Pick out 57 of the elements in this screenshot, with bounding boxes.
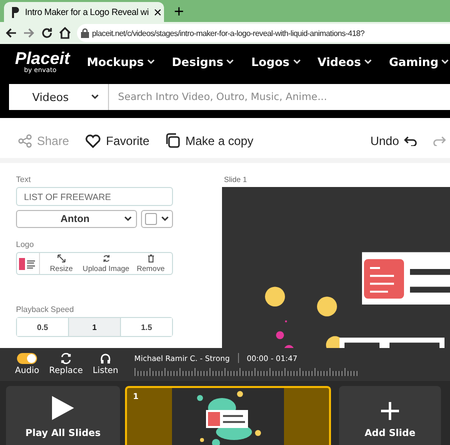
replace-button[interactable]: Replace (49, 353, 83, 376)
nav-menu-item[interactable]: Mockups (86, 55, 155, 69)
speed-option[interactable]: 1 (69, 318, 121, 336)
logo-text[interactable]: Placeit (15, 50, 70, 68)
heart-icon (85, 134, 102, 148)
refresh-icon (102, 254, 110, 263)
close-tab-button[interactable]: × (154, 5, 162, 19)
chevron-down-icon (146, 59, 155, 65)
resize-icon (56, 254, 66, 263)
slide-number: 1 (133, 392, 139, 401)
category-dropdown[interactable]: Videos (9, 84, 109, 110)
chevron-down-icon (124, 216, 132, 222)
chevron-down-icon (226, 59, 234, 65)
copy-button[interactable]: Make a copy (165, 133, 254, 148)
field-label: Logo (16, 240, 35, 249)
address-bar[interactable]: placeit.net/c/videos/stages/intro-maker-for-a-logo-reveal-with-liquid-animations-418? (77, 24, 450, 42)
font-dropdown[interactable]: Anton (16, 210, 137, 228)
home-icon[interactable] (59, 27, 71, 39)
logo-thumbnail-drawing (19, 256, 37, 270)
swap-arrows-icon (60, 353, 72, 364)
nav-menu-item[interactable]: Designs (172, 55, 234, 69)
nav-menu-item[interactable]: Gaming (388, 55, 450, 69)
undo-button[interactable]: Undo (370, 134, 417, 148)
nav-menu-item[interactable]: Videos (318, 55, 372, 69)
slide-thumbnail[interactable]: 1 (125, 386, 331, 445)
lock-icon (81, 28, 89, 38)
copy-icon (165, 133, 180, 148)
back-icon[interactable] (5, 27, 17, 39)
chevron-down-icon (292, 59, 301, 65)
chevron-down-icon (161, 216, 169, 222)
trash-icon (146, 254, 155, 263)
forward-icon[interactable] (23, 27, 35, 39)
reload-icon[interactable] (41, 27, 53, 39)
headphones-icon (100, 353, 112, 364)
field-label: Text (16, 175, 32, 184)
site-logo-icon (10, 6, 20, 18)
nav-menu-item[interactable]: Logos (251, 55, 301, 69)
audio-toggle[interactable]: Audio (15, 353, 40, 376)
favorite-button[interactable]: Favorite (85, 134, 150, 148)
play-all-slides-button[interactable]: Play All Slides (6, 386, 120, 445)
text-field[interactable]: LIST OF FREEWARE (16, 187, 173, 206)
timeline-ruler[interactable] (134, 366, 360, 376)
color-picker[interactable] (141, 210, 173, 228)
browser-tab[interactable]: Intro Maker for a Logo Reveal wi × (4, 2, 164, 22)
add-slide-button[interactable]: Add Slide (339, 386, 441, 445)
chevron-down-icon (441, 59, 450, 65)
chevron-down-icon (90, 94, 99, 100)
plus-icon (381, 402, 399, 420)
redo-icon[interactable] (433, 136, 446, 146)
new-tab-button[interactable]: + (174, 3, 184, 20)
play-icon (52, 396, 74, 420)
field-label: Playback Speed (16, 305, 75, 314)
chevron-down-icon (364, 59, 372, 65)
share-icon (18, 134, 32, 148)
undo-icon (404, 136, 417, 146)
speed-option[interactable]: 0.5 (17, 318, 69, 336)
listen-button[interactable]: Listen (92, 353, 118, 376)
